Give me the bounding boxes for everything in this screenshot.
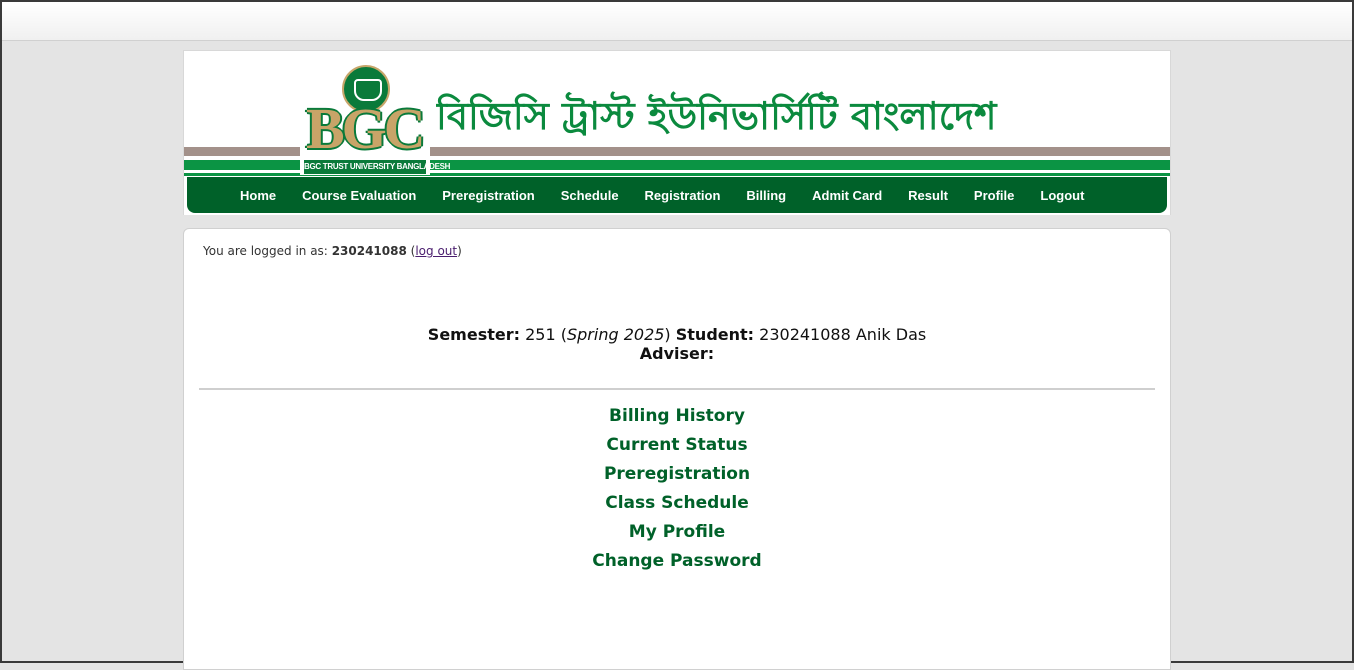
site-header: BGC BGC TRUST UNIVERSITY BANGLADESH বিজি… — [183, 50, 1171, 215]
semester-label: Semester: — [427, 325, 521, 344]
student-label: Student: — [675, 325, 755, 344]
browser-toolbar — [2, 2, 1352, 41]
semester-student-line: Semester: 251 (Spring 2025) Student: 230… — [427, 325, 927, 344]
semester-name: Spring 2025 — [566, 325, 665, 344]
nav-profile[interactable]: Profile — [974, 188, 1014, 203]
nav-preregistration[interactable]: Preregistration — [442, 188, 534, 203]
link-current-status[interactable]: Current Status — [184, 434, 1170, 463]
logo-caption: BGC TRUST UNIVERSITY BANGLADESH — [304, 160, 450, 174]
main-navigation: Home Course Evaluation Preregistration S… — [187, 177, 1167, 213]
link-preregistration[interactable]: Preregistration — [184, 463, 1170, 492]
nav-registration[interactable]: Registration — [645, 188, 721, 203]
nav-logout[interactable]: Logout — [1040, 188, 1084, 203]
nav-home[interactable]: Home — [240, 188, 276, 203]
nav-billing[interactable]: Billing — [746, 188, 786, 203]
adviser-label: Adviser: — [639, 344, 715, 363]
section-divider — [199, 388, 1155, 390]
logo-letters: BGC — [306, 96, 426, 161]
university-logo: BGC BGC TRUST UNIVERSITY BANGLADESH — [300, 63, 450, 175]
link-class-schedule[interactable]: Class Schedule — [184, 492, 1170, 521]
login-user-id: 230241088 — [331, 244, 407, 258]
nav-schedule[interactable]: Schedule — [561, 188, 619, 203]
link-my-profile[interactable]: My Profile — [184, 521, 1170, 550]
nav-admit-card[interactable]: Admit Card — [812, 188, 882, 203]
login-prefix: You are logged in as: — [203, 244, 328, 258]
bangla-university-title: বিজিসি ট্রাস্ট ইউনিভার্সিটি বাংলাদেশ — [436, 94, 997, 138]
login-info: You are logged in as: 230241088 (log out… — [203, 244, 462, 258]
nav-result[interactable]: Result — [908, 188, 948, 203]
semester-value: 251 — [525, 325, 556, 344]
main-content-panel: You are logged in as: 230241088 (log out… — [183, 228, 1171, 670]
logout-link[interactable]: log out — [415, 244, 457, 258]
link-change-password[interactable]: Change Password — [184, 550, 1170, 579]
quick-links: Billing History Current Status Preregist… — [184, 405, 1170, 579]
nav-course-evaluation[interactable]: Course Evaluation — [302, 188, 416, 203]
link-billing-history[interactable]: Billing History — [184, 405, 1170, 434]
student-value: 230241088 Anik Das — [759, 325, 927, 344]
